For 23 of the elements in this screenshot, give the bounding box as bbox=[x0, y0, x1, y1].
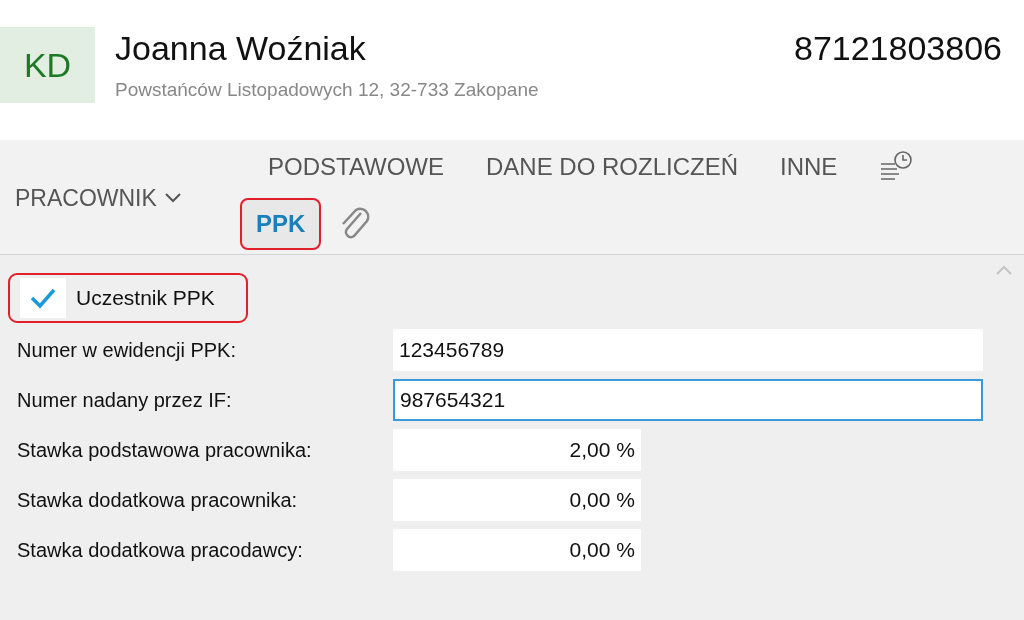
input-field[interactable]: 123456789 bbox=[393, 329, 983, 371]
scroll-up-icon bbox=[996, 265, 1012, 275]
tab[interactable]: INNE bbox=[780, 153, 838, 182]
employee-name: Joanna Woźniak bbox=[115, 28, 367, 69]
field-label: Numer nadany przez IF: bbox=[16, 388, 233, 412]
field-label: Stawka dodatkowa pracownika: bbox=[16, 488, 299, 512]
input-field[interactable]: 987654321 bbox=[393, 379, 983, 421]
input-field[interactable]: 0,00 % bbox=[393, 479, 641, 521]
field-label: Stawka podstawowa pracownika: bbox=[16, 438, 313, 462]
employee-address: Powstańców Listopadowych 12, 32-733 Zakopane bbox=[115, 79, 540, 101]
tab[interactable]: DANE DO ROZLICZEŃ bbox=[486, 153, 739, 182]
field-label: Numer w ewidencji PPK: bbox=[16, 338, 237, 362]
field-label: Stawka dodatkowa pracodawcy: bbox=[16, 538, 304, 562]
avatar: KD bbox=[0, 27, 95, 103]
section-dropdown[interactable]: PRACOWNIK bbox=[0, 168, 240, 228]
id-number: 87121803806 bbox=[794, 28, 1003, 69]
input-field[interactable]: 0,00 % bbox=[393, 529, 641, 571]
check-icon bbox=[30, 287, 56, 309]
checkbox-label: Uczestnik PPK bbox=[76, 286, 215, 310]
input-field[interactable]: 2,00 % bbox=[393, 429, 641, 471]
chevron-down-icon bbox=[164, 193, 181, 203]
checkbox[interactable] bbox=[20, 278, 66, 318]
tab[interactable]: PODSTAWOWE bbox=[268, 153, 444, 182]
